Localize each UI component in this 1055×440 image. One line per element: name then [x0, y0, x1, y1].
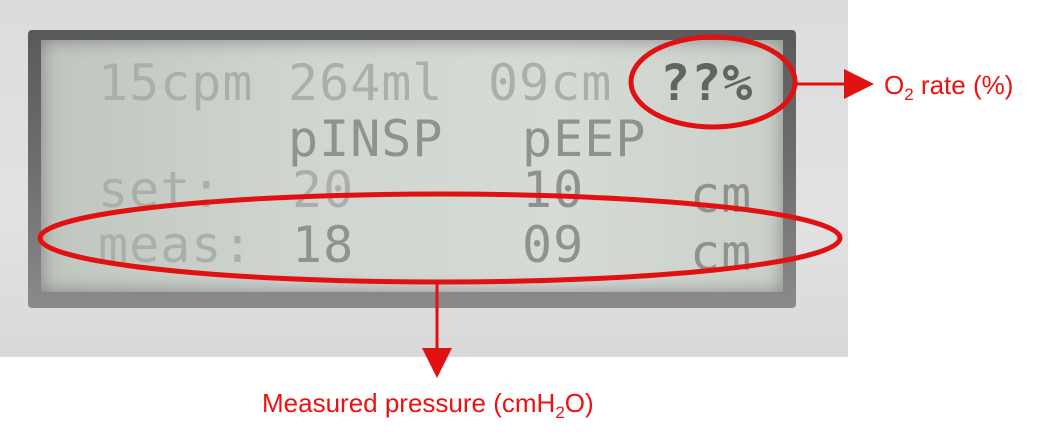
o2-highlight-ellipse — [628, 34, 798, 130]
o2-rate-label: O2 rate (%) — [884, 70, 1014, 105]
annotation-overlay — [37, 34, 874, 378]
measured-pressure-label: Measured pressure (cmH2O) — [262, 388, 594, 423]
pressure-highlight-ellipse — [37, 191, 843, 285]
